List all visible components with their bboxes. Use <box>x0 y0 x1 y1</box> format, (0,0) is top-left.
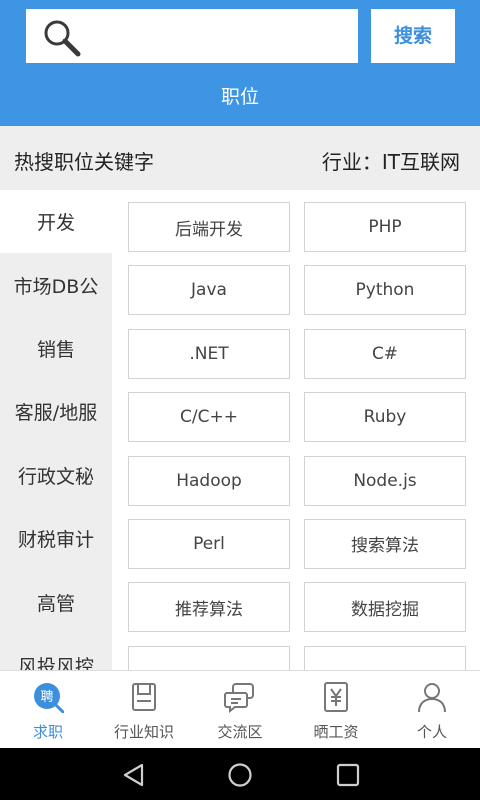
tab-knowledge[interactable]: 行业知识 <box>96 671 192 748</box>
keyword-tag[interactable]: .NET <box>128 328 290 379</box>
keyword-tag[interactable]: Hadoop <box>128 455 290 506</box>
sidebar-item-service[interactable]: 客服/地服 <box>0 380 112 443</box>
tab-job[interactable]: 聘 求职 <box>0 671 96 748</box>
keyword-tag[interactable]: C# <box>304 328 466 379</box>
search-button[interactable]: 搜索 <box>371 9 455 63</box>
header: 搜索 职位 <box>0 0 480 126</box>
keyword-tag[interactable]: 后端开发 <box>128 202 290 252</box>
keyword-tag[interactable]: 推荐算法 <box>128 582 290 633</box>
sidebar-item-venture[interactable]: 风投风控 <box>0 634 112 670</box>
sidebar-item-executive[interactable]: 高管 <box>0 570 112 633</box>
sidebar-item-dev[interactable]: 开发 <box>0 190 112 254</box>
keyword-tag[interactable]: 数据挖掘 <box>304 582 466 633</box>
tab-label: 个人 <box>416 723 447 741</box>
industry-label[interactable]: 行业：IT互联网 <box>322 146 460 175</box>
keyword-grid: 后端开发 PHP Java Python .NET C# C/C++ Ruby … <box>128 202 466 670</box>
back-icon[interactable] <box>121 762 147 788</box>
sidebar-item-sales[interactable]: 销售 <box>0 317 112 380</box>
salary-icon <box>324 682 348 712</box>
sidebar-item-admin[interactable]: 行政文秘 <box>0 444 112 507</box>
tab-profile[interactable]: 个人 <box>384 671 480 748</box>
keyword-bar: 热搜职位关键字 行业：IT互联网 <box>0 126 480 190</box>
keyword-tag[interactable]: 搜索算法 <box>304 518 466 569</box>
chat-icon <box>224 683 254 713</box>
keyword-row: 推荐算法 数据挖掘 <box>128 582 466 645</box>
keyword-row: C/C++ Ruby <box>128 392 466 455</box>
keyword-row: 后端开发 PHP <box>128 202 466 265</box>
page-title: 职位 <box>220 86 259 108</box>
keyword-row <box>128 645 466 670</box>
keyword-row: .NET C# <box>128 328 466 392</box>
category-sidebar: 开发 市场DB公 销售 客服/地服 行政文秘 财税审计 高管 风投风控 <box>0 190 112 670</box>
sidebar-item-marketing[interactable]: 市场DB公 <box>0 253 112 316</box>
tab-community[interactable]: 交流区 <box>192 671 288 748</box>
keyword-tag[interactable]: Ruby <box>304 392 466 443</box>
tab-label: 求职 <box>32 723 63 741</box>
tab-label: 行业知识 <box>113 723 174 741</box>
keyword-tag[interactable]: Perl <box>128 518 290 569</box>
keyword-tag[interactable] <box>304 645 466 670</box>
keyword-row: Perl 搜索算法 <box>128 518 466 582</box>
book-icon <box>132 683 156 711</box>
search-input[interactable] <box>26 9 358 63</box>
sidebar-item-finance[interactable]: 财税审计 <box>0 507 112 570</box>
tab-label: 晒工资 <box>313 723 359 741</box>
keyword-row: Java Python <box>128 265 466 328</box>
job-icon-text: 聘 <box>40 690 53 705</box>
keyword-tag[interactable] <box>128 645 290 670</box>
keyword-tag[interactable]: Java <box>128 265 290 316</box>
system-navigation-bar <box>0 748 480 800</box>
person-icon <box>418 683 446 713</box>
job-icon: 聘 <box>34 683 64 713</box>
keyword-row: Hadoop Node.js <box>128 455 466 519</box>
keyword-tag[interactable]: C/C++ <box>128 392 290 443</box>
keyword-title: 热搜职位关键字 <box>14 150 154 174</box>
recent-apps-icon[interactable] <box>335 762 361 788</box>
tab-label: 交流区 <box>217 723 263 741</box>
keyword-tag[interactable]: Python <box>304 265 466 316</box>
tab-salary[interactable]: 晒工资 <box>288 671 384 748</box>
search-icon <box>44 20 81 57</box>
home-icon[interactable] <box>227 762 253 788</box>
keyword-tag[interactable]: PHP <box>304 202 466 252</box>
keyword-tag[interactable]: Node.js <box>304 455 466 506</box>
content-area: 开发 市场DB公 销售 客服/地服 行政文秘 财税审计 高管 风投风控 后端开发… <box>0 190 480 670</box>
bottom-tab-bar: 聘 求职 行业知识 交流区 晒工资 个人 <box>0 670 480 748</box>
